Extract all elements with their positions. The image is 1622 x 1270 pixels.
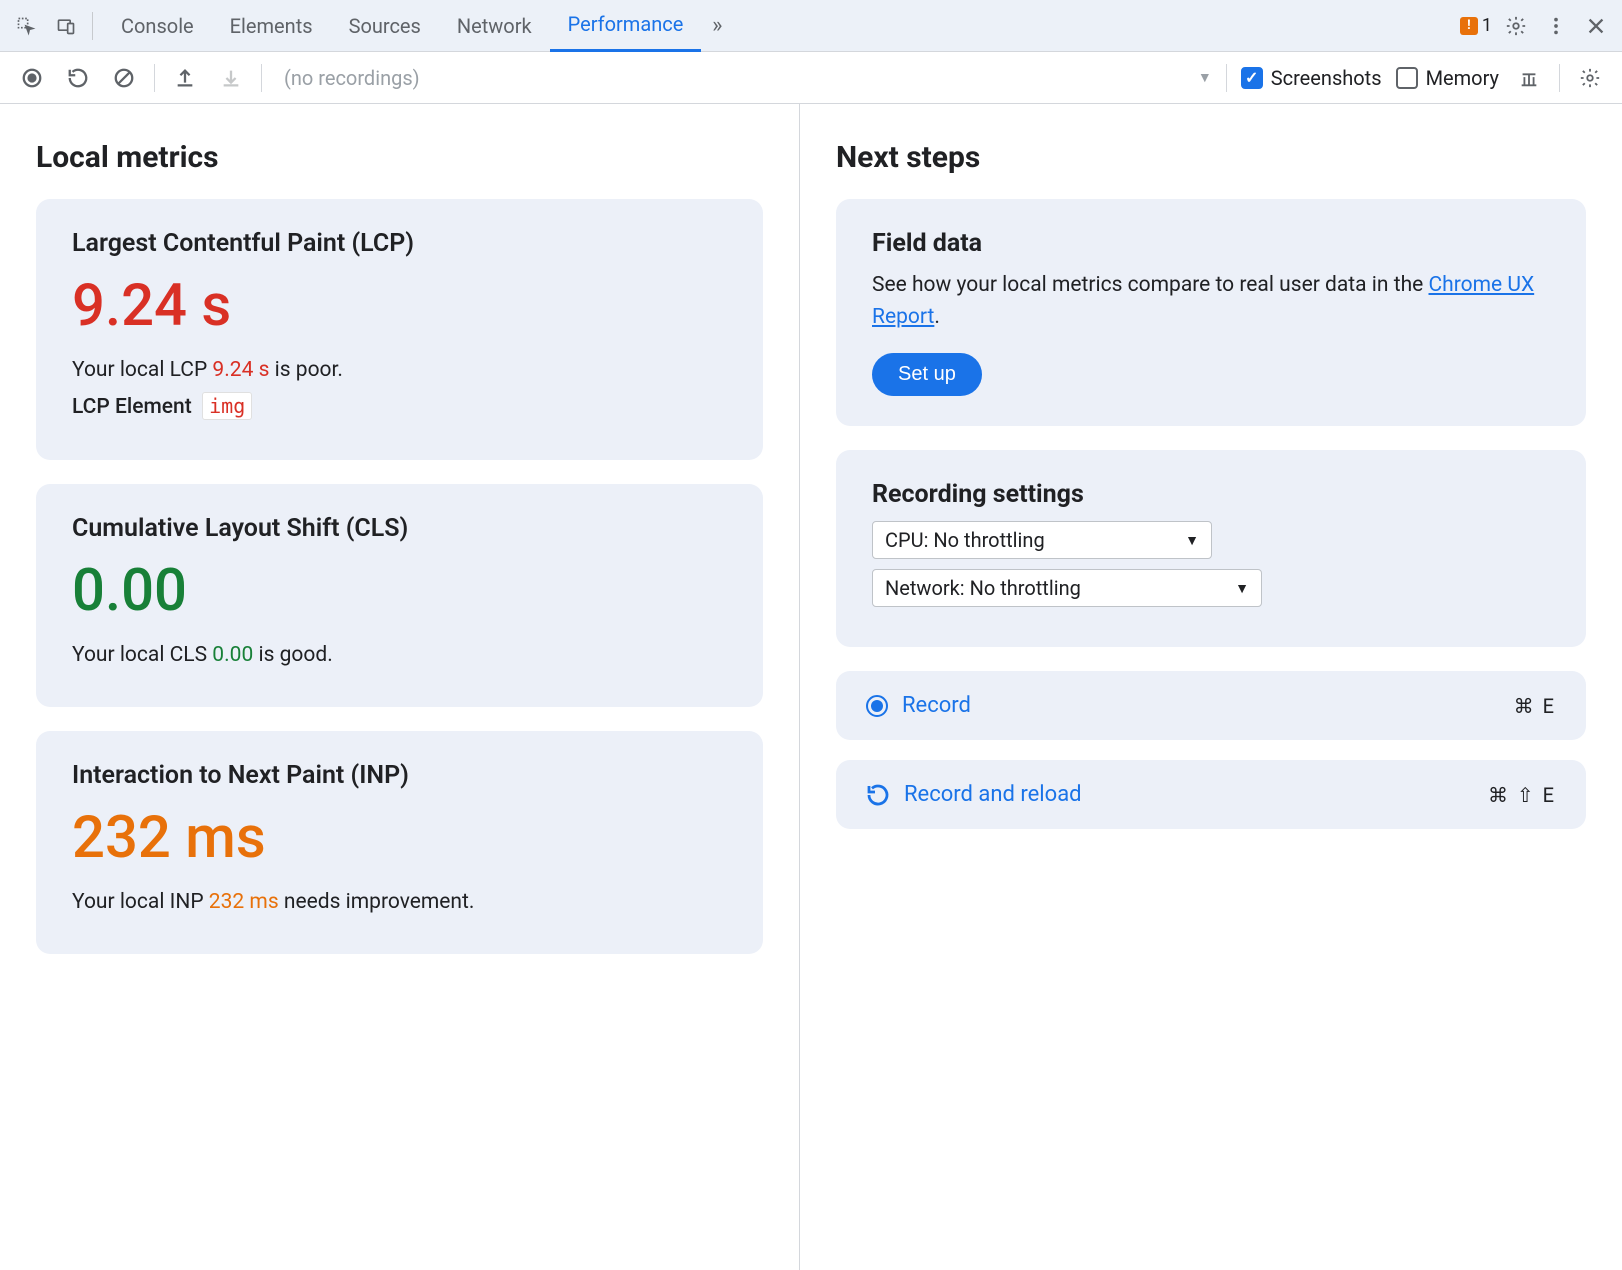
- cls-title: Cumulative Layout Shift (CLS): [72, 514, 727, 543]
- upload-icon[interactable]: [169, 62, 201, 94]
- record-icon: [866, 695, 888, 717]
- divider: [1559, 64, 1560, 92]
- cls-subtext: Your local CLS 0.00 is good.: [72, 643, 727, 667]
- screenshots-checkbox[interactable]: Screenshots: [1241, 66, 1382, 90]
- divider: [92, 12, 93, 40]
- reload-icon[interactable]: [62, 62, 94, 94]
- clear-icon[interactable]: [108, 62, 140, 94]
- cls-card: Cumulative Layout Shift (CLS) 0.00 Your …: [36, 484, 763, 707]
- divider: [154, 64, 155, 92]
- issues-badge[interactable]: ! 1: [1460, 15, 1492, 36]
- lcp-element-tag[interactable]: img: [202, 392, 252, 420]
- performance-toolbar: (no recordings) ▼ Screenshots Memory: [0, 52, 1622, 104]
- tab-console[interactable]: Console: [103, 0, 212, 52]
- field-data-title: Field data: [872, 229, 1550, 258]
- tab-network[interactable]: Network: [439, 0, 550, 52]
- recordings-dropdown[interactable]: (no recordings): [276, 66, 428, 90]
- record-reload-label: Record and reload: [904, 782, 1082, 807]
- tab-performance[interactable]: Performance: [550, 0, 702, 52]
- field-data-card: Field data See how your local metrics co…: [836, 199, 1586, 426]
- lcp-element-row: LCP Element img: [72, 392, 727, 420]
- next-steps-heading: Next steps: [836, 140, 1586, 175]
- device-toggle-icon[interactable]: [50, 10, 82, 42]
- reload-icon: [866, 783, 890, 807]
- more-tabs-icon[interactable]: »: [701, 10, 733, 42]
- kebab-menu-icon[interactable]: [1540, 10, 1572, 42]
- record-reload-shortcut: ⌘ ⇧ E: [1488, 783, 1556, 807]
- inspect-element-icon[interactable]: [10, 10, 42, 42]
- settings-gear-icon[interactable]: [1500, 10, 1532, 42]
- set-up-button[interactable]: Set up: [872, 353, 982, 396]
- main-content: Local metrics Largest Contentful Paint (…: [0, 104, 1622, 1270]
- local-metrics-heading: Local metrics: [36, 140, 763, 175]
- download-icon[interactable]: [215, 62, 247, 94]
- inp-card: Interaction to Next Paint (INP) 232 ms Y…: [36, 731, 763, 954]
- screenshots-label: Screenshots: [1271, 66, 1382, 90]
- record-shortcut: ⌘ E: [1514, 694, 1556, 718]
- record-label: Record: [902, 693, 971, 718]
- panel-tabs: Console Elements Sources Network Perform…: [103, 0, 1460, 52]
- inp-title: Interaction to Next Paint (INP): [72, 761, 727, 790]
- lcp-value: 9.24 s: [72, 272, 727, 340]
- local-metrics-column: Local metrics Largest Contentful Paint (…: [0, 104, 800, 1270]
- warning-icon: !: [1460, 17, 1478, 35]
- recording-settings-card: Recording settings CPU: No throttling▼ N…: [836, 450, 1586, 647]
- checkbox-unchecked-icon: [1396, 67, 1418, 89]
- inp-value: 232 ms: [72, 804, 727, 872]
- memory-checkbox[interactable]: Memory: [1396, 66, 1499, 90]
- memory-label: Memory: [1426, 66, 1499, 90]
- field-data-desc: See how your local metrics compare to re…: [872, 270, 1550, 333]
- chevron-down-icon: ▼: [1185, 532, 1199, 549]
- lcp-subtext: Your local LCP 9.24 s is poor.: [72, 358, 727, 382]
- tab-elements[interactable]: Elements: [212, 0, 331, 52]
- devtools-tabbar: Console Elements Sources Network Perform…: [0, 0, 1622, 52]
- cls-value: 0.00: [72, 557, 727, 625]
- chevron-down-icon[interactable]: ▼: [1198, 69, 1212, 86]
- close-icon[interactable]: [1580, 10, 1612, 42]
- chevron-down-icon: ▼: [1235, 580, 1249, 597]
- capture-settings-gear-icon[interactable]: [1574, 62, 1606, 94]
- tab-sources[interactable]: Sources: [331, 0, 439, 52]
- network-throttling-select[interactable]: Network: No throttling▼: [872, 569, 1262, 607]
- divider: [1226, 64, 1227, 92]
- garbage-collect-icon[interactable]: [1513, 62, 1545, 94]
- checkbox-checked-icon: [1241, 67, 1263, 89]
- issues-count: 1: [1482, 15, 1492, 36]
- recording-settings-title: Recording settings: [872, 480, 1550, 509]
- lcp-card: Largest Contentful Paint (LCP) 9.24 s Yo…: [36, 199, 763, 460]
- divider: [261, 64, 262, 92]
- cpu-throttling-select[interactable]: CPU: No throttling▼: [872, 521, 1212, 559]
- record-button-icon[interactable]: [16, 62, 48, 94]
- inp-subtext: Your local INP 232 ms needs improvement.: [72, 890, 727, 914]
- next-steps-column: Next steps Field data See how your local…: [800, 104, 1622, 1270]
- record-action[interactable]: Record ⌘ E: [836, 671, 1586, 740]
- record-reload-action[interactable]: Record and reload ⌘ ⇧ E: [836, 760, 1586, 829]
- lcp-title: Largest Contentful Paint (LCP): [72, 229, 727, 258]
